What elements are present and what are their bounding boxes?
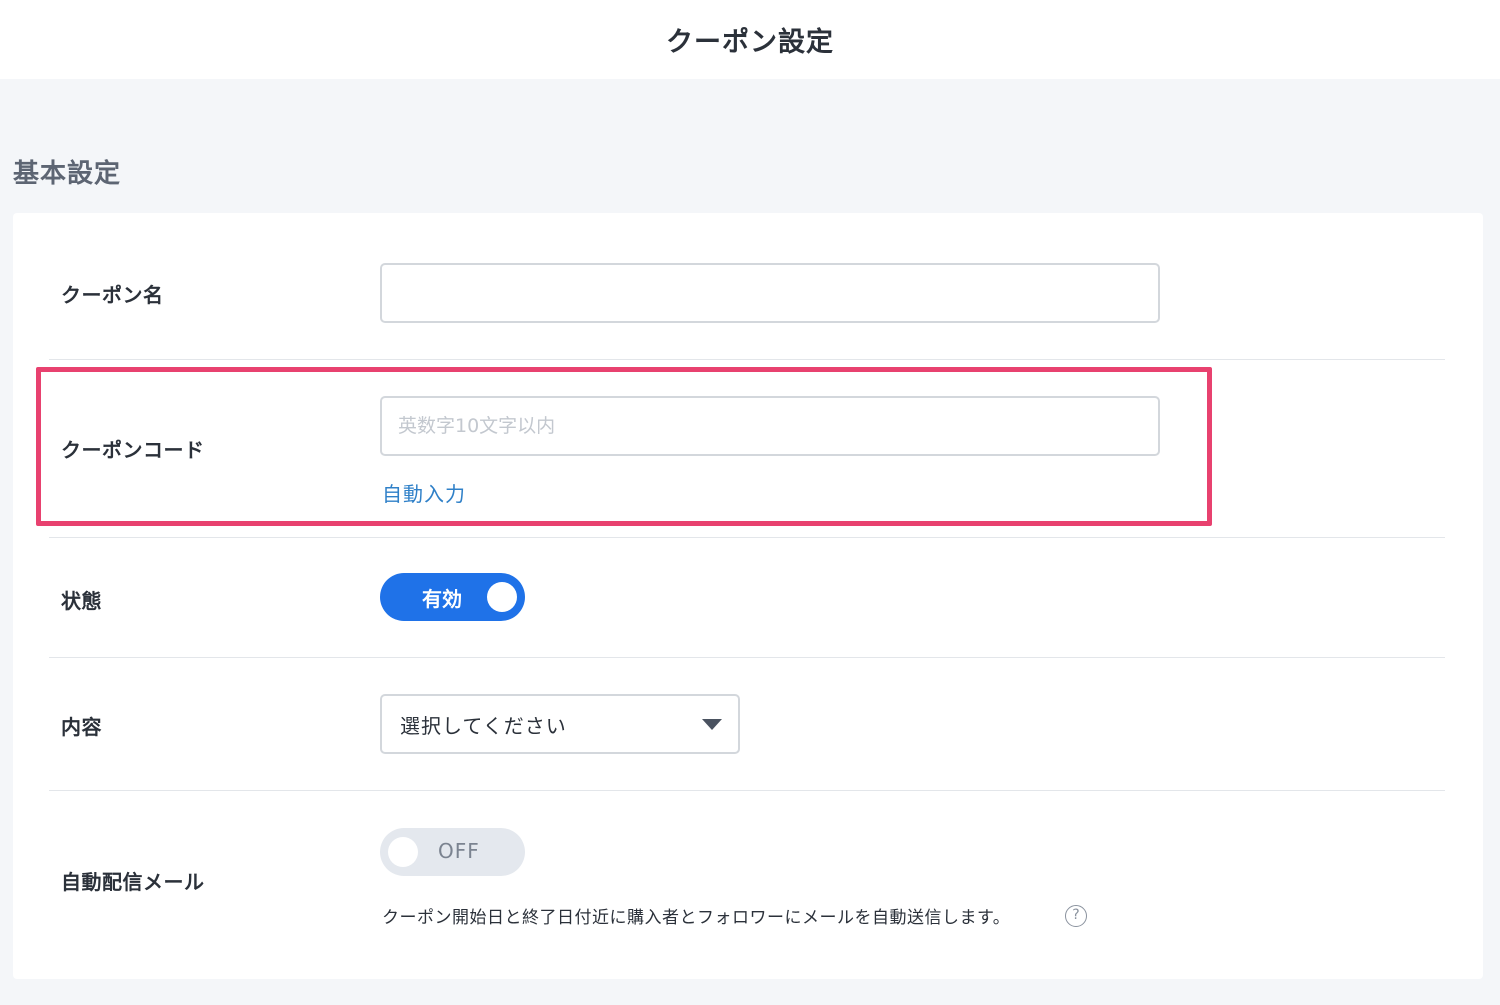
auto-mail-help-text: クーポン開始日と終了日付近に購入者とフォロワーにメールを自動送信します。: [382, 908, 1011, 928]
content-select-value: 選択してください: [400, 713, 567, 738]
header-bar: クーポン設定: [0, 0, 1500, 79]
coupon-code-label: クーポンコード: [61, 438, 205, 462]
auto-mail-toggle[interactable]: OFF: [380, 828, 525, 876]
auto-fill-link[interactable]: 自動入力: [382, 478, 466, 507]
coupon-name-input[interactable]: [380, 263, 1160, 323]
settings-card: クーポン名 クーポンコード 自動入力 状態 有効 内容 選択してください 自動配…: [13, 213, 1483, 979]
divider: [49, 537, 1445, 538]
coupon-code-input[interactable]: [380, 396, 1160, 456]
status-label: 状態: [61, 589, 102, 613]
divider: [49, 657, 1445, 658]
content-label: 内容: [61, 715, 102, 739]
auto-mail-label: 自動配信メール: [61, 870, 205, 894]
toggle-knob: [487, 582, 517, 612]
status-toggle-label: 有効: [422, 586, 462, 611]
help-icon[interactable]: ?: [1065, 905, 1087, 927]
content-select[interactable]: 選択してください: [380, 694, 740, 754]
page-title: クーポン設定: [666, 27, 834, 58]
status-toggle[interactable]: 有効: [380, 573, 525, 621]
coupon-name-label: クーポン名: [61, 283, 164, 307]
toggle-knob: [388, 837, 418, 867]
auto-mail-toggle-label: OFF: [438, 839, 480, 863]
divider: [49, 359, 1445, 360]
divider: [49, 790, 1445, 791]
chevron-down-icon: [702, 719, 722, 730]
section-title: 基本設定: [13, 159, 122, 189]
